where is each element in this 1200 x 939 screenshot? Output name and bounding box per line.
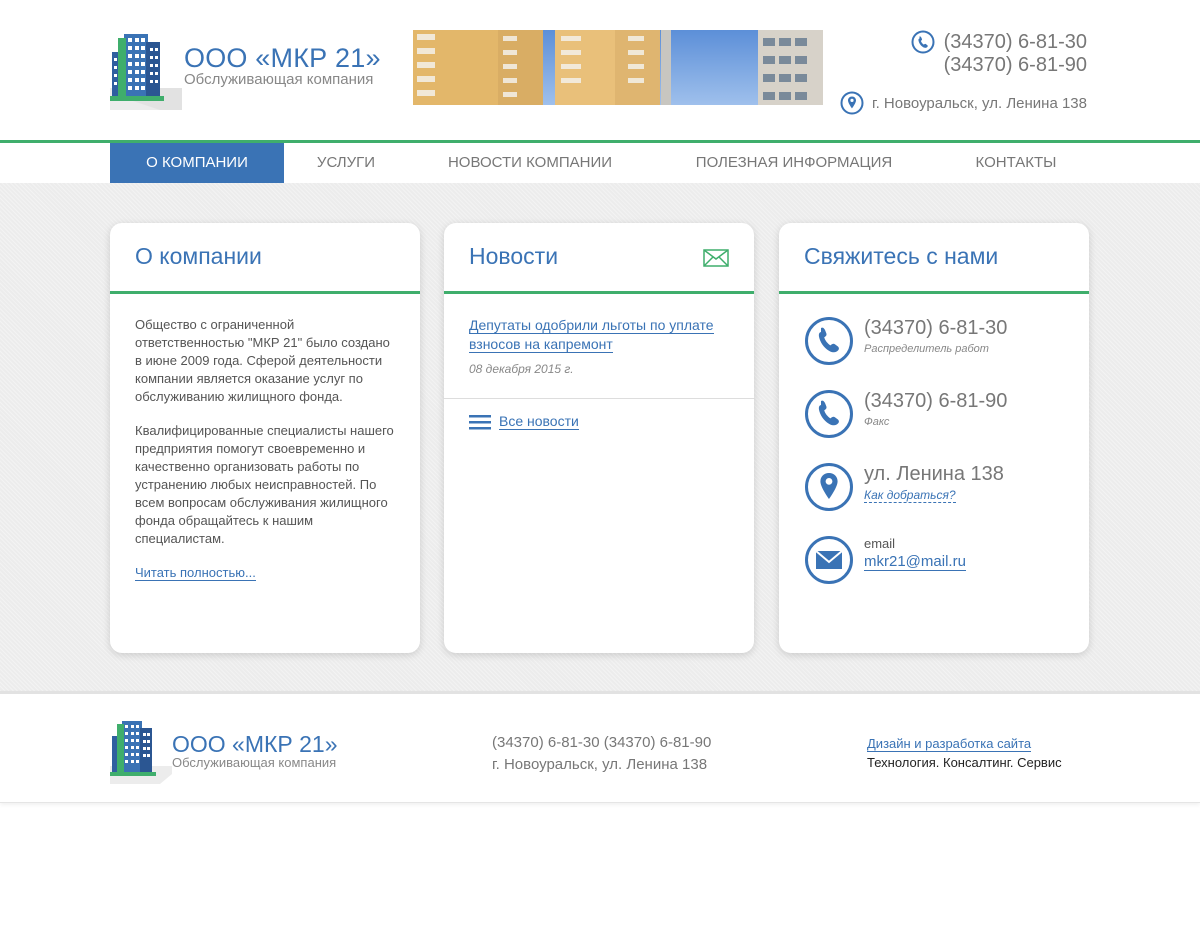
contact-email-row: email mkr21@mail.ru (804, 535, 1064, 585)
footer-developer: Дизайн и разработка сайта Технология. Ко… (867, 734, 1062, 772)
logo-link[interactable]: ООО «МКР 21» Обслуживающая компания (110, 30, 381, 110)
fax-phone-icon (805, 390, 853, 438)
email-label: email (864, 536, 896, 551)
building-logo-icon (110, 721, 172, 784)
nav-item-services[interactable]: Услуги (296, 143, 396, 183)
directions-link[interactable]: Как добраться? (864, 488, 956, 503)
footer-logo-subtitle: Обслуживающая компания (172, 755, 337, 770)
logo-title: ООО «МКР 21» (184, 43, 381, 73)
contact-phone-2[interactable]: (34370) 6-81-90 (864, 389, 1007, 413)
contact-phone-1[interactable]: (34370) 6-81-30 (864, 316, 1007, 340)
main-nav: О компании Услуги Новости компании Полез… (0, 140, 1200, 183)
news-item-link[interactable]: Депутаты одобрили льготы по уплате взнос… (469, 317, 714, 353)
news-card-title: Новости (469, 243, 559, 269)
header-banner-image (413, 30, 823, 105)
footer-phones: (34370) 6-81-30 (34370) 6-81-90 (492, 734, 712, 751)
email-link[interactable]: mkr21@mail.ru (864, 553, 966, 571)
nav-item-company-news[interactable]: Новости компании (440, 143, 620, 183)
envelope-icon[interactable] (703, 249, 729, 267)
header-phone-1[interactable]: (34370) 6-81-30 (944, 31, 1087, 54)
header-address: г. Новоуральск, ул. Ленина 138 (871, 94, 1087, 112)
contact-phone-1-row: (34370) 6-81-30 Распределитель работ (804, 316, 1064, 366)
logo-subtitle: Обслуживающая компания (184, 71, 374, 88)
about-card: О компании Общество с ограниченной ответ… (110, 223, 420, 653)
developer-name: Технология. Консалтинг. Сервис (867, 755, 1062, 770)
read-more-link[interactable]: Читать полностью... (135, 565, 256, 581)
footer-address: г. Новоуральск, ул. Ленина 138 (492, 756, 708, 773)
contact-address-row: ул. Ленина 138 Как добраться? (804, 462, 1064, 512)
contact-card-title: Свяжитесь с нами (804, 243, 999, 269)
nav-item-useful-info[interactable]: Полезная информация (694, 143, 894, 183)
footer-logo-link[interactable]: ООО «МКР 21» Обслуживающая компания (110, 718, 338, 784)
email-envelope-icon (805, 536, 853, 584)
news-item-date: 08 декабря 2015 г. (469, 362, 574, 376)
nav-item-contacts[interactable]: Контакты (966, 143, 1066, 183)
news-item: Депутаты одобрили льготы по уплате взнос… (444, 294, 754, 399)
nav-item-about[interactable]: О компании (110, 143, 284, 183)
header: ООО «МКР 21» Обслуживающая компания (343… (0, 0, 1200, 140)
all-news-link[interactable]: Все новости (499, 413, 579, 430)
news-item-title: Депутаты одобрили льготы по уплате взнос… (469, 317, 714, 353)
footer-logo-title: ООО «МКР 21» (172, 731, 338, 757)
footer-contacts: (34370) 6-81-30 (34370) 6-81-90 г. Новоу… (492, 732, 711, 776)
footer: ООО «МКР 21» Обслуживающая компания (343… (0, 691, 1200, 803)
about-paragraph-2: Квалифицированные специалисты нашего пре… (135, 423, 394, 546)
list-menu-icon (469, 414, 491, 429)
location-pin-icon (805, 463, 853, 511)
contact-phone-2-row: (34370) 6-81-90 Факс (804, 389, 1064, 439)
header-contacts: (34370) 6-81-30 (34370) 6-81-90 г. Новоу… (840, 30, 1087, 115)
developer-link[interactable]: Дизайн и разработка сайта (867, 736, 1032, 752)
main-content: О компании Общество с ограниченной ответ… (0, 183, 1200, 691)
contact-phone-2-note: Факс (864, 416, 890, 428)
phone-icon (911, 30, 935, 54)
about-card-title: О компании (135, 243, 262, 269)
contact-street: ул. Ленина 138 (864, 463, 1004, 485)
location-pin-icon (840, 91, 864, 115)
phone-icon (805, 317, 853, 365)
about-paragraph-1: Общество с ограниченной ответственностью… (135, 317, 390, 404)
contact-phone-1-note: Распределитель работ (864, 343, 989, 355)
news-card: Новости Депутаты одобрили льготы по упла… (444, 223, 754, 653)
header-phone-2[interactable]: (34370) 6-81-90 (944, 54, 1087, 77)
contact-card: Свяжитесь с нами (34370) 6-81-30 Распред… (779, 223, 1089, 653)
building-logo-icon (110, 34, 182, 110)
